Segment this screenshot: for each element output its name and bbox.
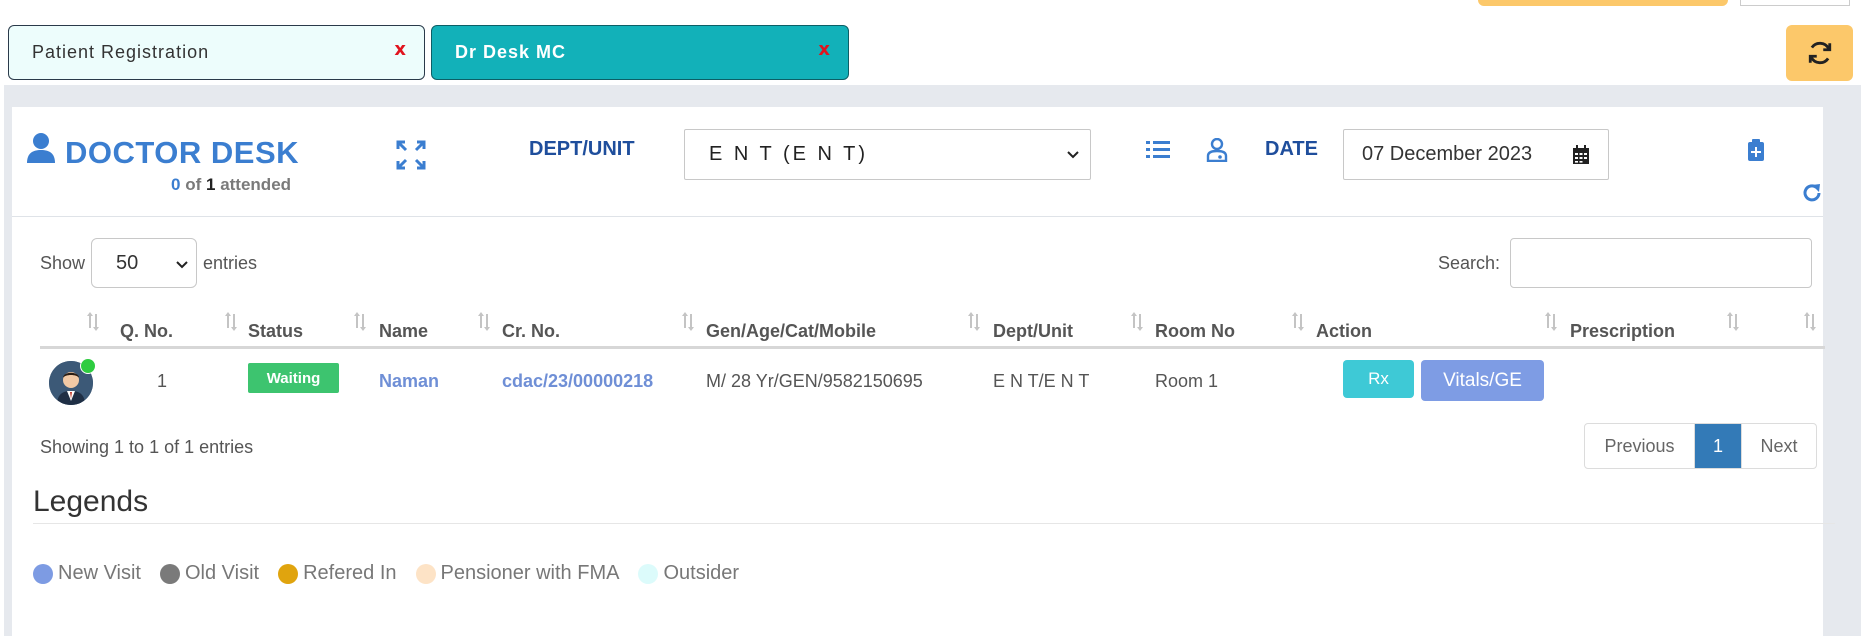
entries-label: entries (203, 252, 258, 273)
rx-button[interactable]: Rx (1343, 360, 1414, 398)
column-header[interactable]: Action (1316, 321, 1372, 342)
sort-icon[interactable] (1544, 312, 1558, 331)
column-header[interactable]: Cr. No. (502, 321, 560, 342)
legend-label: New Visit (58, 562, 141, 584)
search-control: Search: (1438, 238, 1813, 288)
legend-label: Outsider (663, 562, 740, 584)
attended-count: 0 (171, 175, 181, 194)
search-input[interactable] (1510, 238, 1813, 288)
column-header[interactable]: Status (248, 321, 303, 342)
column-header[interactable]: Q. No. (120, 321, 173, 342)
legend-label: Refered In (303, 562, 397, 584)
dept-label: DEPT/UNIT (529, 138, 635, 160)
next-button[interactable]: Next (1741, 424, 1816, 468)
divider (33, 523, 1835, 524)
sort-icon[interactable] (681, 312, 695, 331)
calendar-icon[interactable] (1572, 145, 1590, 165)
expand-icon[interactable] (395, 139, 427, 171)
search-label: Search: (1438, 252, 1501, 273)
column-header[interactable]: Gen/Age/Cat/Mobile (706, 321, 876, 342)
sort-icon[interactable] (86, 312, 100, 331)
tab-label: Patient Registration (32, 42, 210, 62)
q-no: 1 (157, 371, 168, 391)
sort-icon[interactable] (224, 312, 238, 331)
page-title: DOCTOR DESK (65, 135, 300, 170)
legend-label: Pensioner with FMA (440, 562, 620, 584)
attended-suffix: attended (220, 175, 292, 194)
dept-unit: E N T/E N T (993, 371, 1090, 391)
chevron-down-icon (1067, 151, 1079, 159)
gen-age-cat-mobile: M/ 28 Yr/GEN/9582150695 (706, 371, 923, 391)
showing-info: Showing 1 to 1 of 1 entries (40, 437, 254, 457)
date-input[interactable]: 07 December 2023 (1343, 129, 1609, 180)
close-icon[interactable]: x (394, 39, 407, 60)
sort-icon[interactable] (1291, 312, 1305, 331)
patient-name-link[interactable]: Naman (379, 371, 439, 392)
sort-icon[interactable] (477, 312, 491, 331)
close-icon[interactable]: x (818, 39, 831, 60)
dept-select[interactable]: E N T (E N T) (684, 129, 1091, 180)
room-no: Room 1 (1155, 371, 1219, 391)
column-header[interactable]: Prescription (1570, 321, 1675, 342)
legend-dot (278, 563, 299, 584)
tab-dr-desk-mc[interactable]: Dr Desk MC x (431, 25, 849, 80)
doctor-icon[interactable] (1206, 138, 1228, 162)
attended-summary: 0 of 1 attended (171, 175, 291, 195)
reload-icon[interactable] (1801, 182, 1823, 204)
entries-control: Show 50 entries (40, 238, 257, 288)
sort-icon[interactable] (1726, 312, 1740, 331)
column-header[interactable]: Name (379, 321, 428, 342)
table-row: 1 Waiting Naman cdac/23/00000218 M/ 28 Y… (40, 349, 1825, 415)
doctor-desk-panel: DOCTOR DESK 0 of 1 attended DEPT/UNIT E … (12, 107, 1835, 636)
legend-dot (33, 563, 53, 584)
chevron-down-icon (176, 261, 188, 269)
show-label: Show (40, 252, 86, 273)
online-status-dot (80, 358, 96, 374)
legend-label: Old Visit (185, 562, 260, 584)
clipboard-icon[interactable] (1747, 139, 1765, 161)
sync-icon (1808, 41, 1831, 65)
legends-title: Legends (33, 485, 149, 518)
status-badge: Waiting (248, 363, 339, 393)
table-header: Q. No. Status Name Cr. No. Gen/Age/Cat/M… (40, 304, 1825, 349)
page-1-button[interactable]: 1 (1695, 424, 1741, 468)
entries-select[interactable]: 50 (91, 238, 198, 288)
pagination: Previous 1 Next (1584, 423, 1817, 469)
panel-header: DOCTOR DESK 0 of 1 attended DEPT/UNIT E … (12, 107, 1823, 217)
legend-dot (638, 563, 659, 584)
previous-button[interactable]: Previous (1585, 424, 1695, 468)
attended-of: of (185, 175, 202, 194)
attended-total: 1 (205, 175, 216, 194)
sort-icon[interactable] (1803, 312, 1817, 331)
legend-list: New Visit Old Visit Refered In Pensioner… (33, 562, 758, 585)
cr-no-link[interactable]: cdac/23/00000218 (502, 371, 653, 392)
date-value: 07 December 2023 (1362, 143, 1533, 165)
tab-label: Dr Desk MC (455, 42, 567, 62)
date-label: DATE (1265, 138, 1318, 160)
vitals-ge-button[interactable]: Vitals/GE (1421, 360, 1544, 401)
column-header[interactable]: Room No (1155, 321, 1235, 342)
sort-icon[interactable] (1130, 312, 1144, 331)
user-icon (27, 133, 55, 163)
dept-value: E N T (E N T) (709, 143, 869, 165)
sort-icon[interactable] (967, 312, 981, 331)
column-header[interactable]: Dept/Unit (993, 321, 1073, 342)
entries-value: 50 (116, 251, 139, 274)
tab-patient-registration[interactable]: Patient Registration x (8, 25, 425, 80)
legend-dot (415, 563, 436, 584)
legend-item: Outsider (638, 562, 739, 585)
sort-icon[interactable] (353, 312, 367, 331)
legend-dot (160, 563, 180, 584)
legend-item: Old Visit (160, 562, 259, 585)
top-partial-button (1478, 0, 1728, 6)
legend-item: New Visit (33, 562, 141, 585)
top-partial-box (1740, 0, 1850, 6)
legend-item: Pensioner with FMA (415, 562, 620, 585)
refresh-button[interactable] (1786, 25, 1853, 81)
list-icon[interactable] (1146, 139, 1170, 161)
legend-item: Refered In (278, 562, 397, 585)
